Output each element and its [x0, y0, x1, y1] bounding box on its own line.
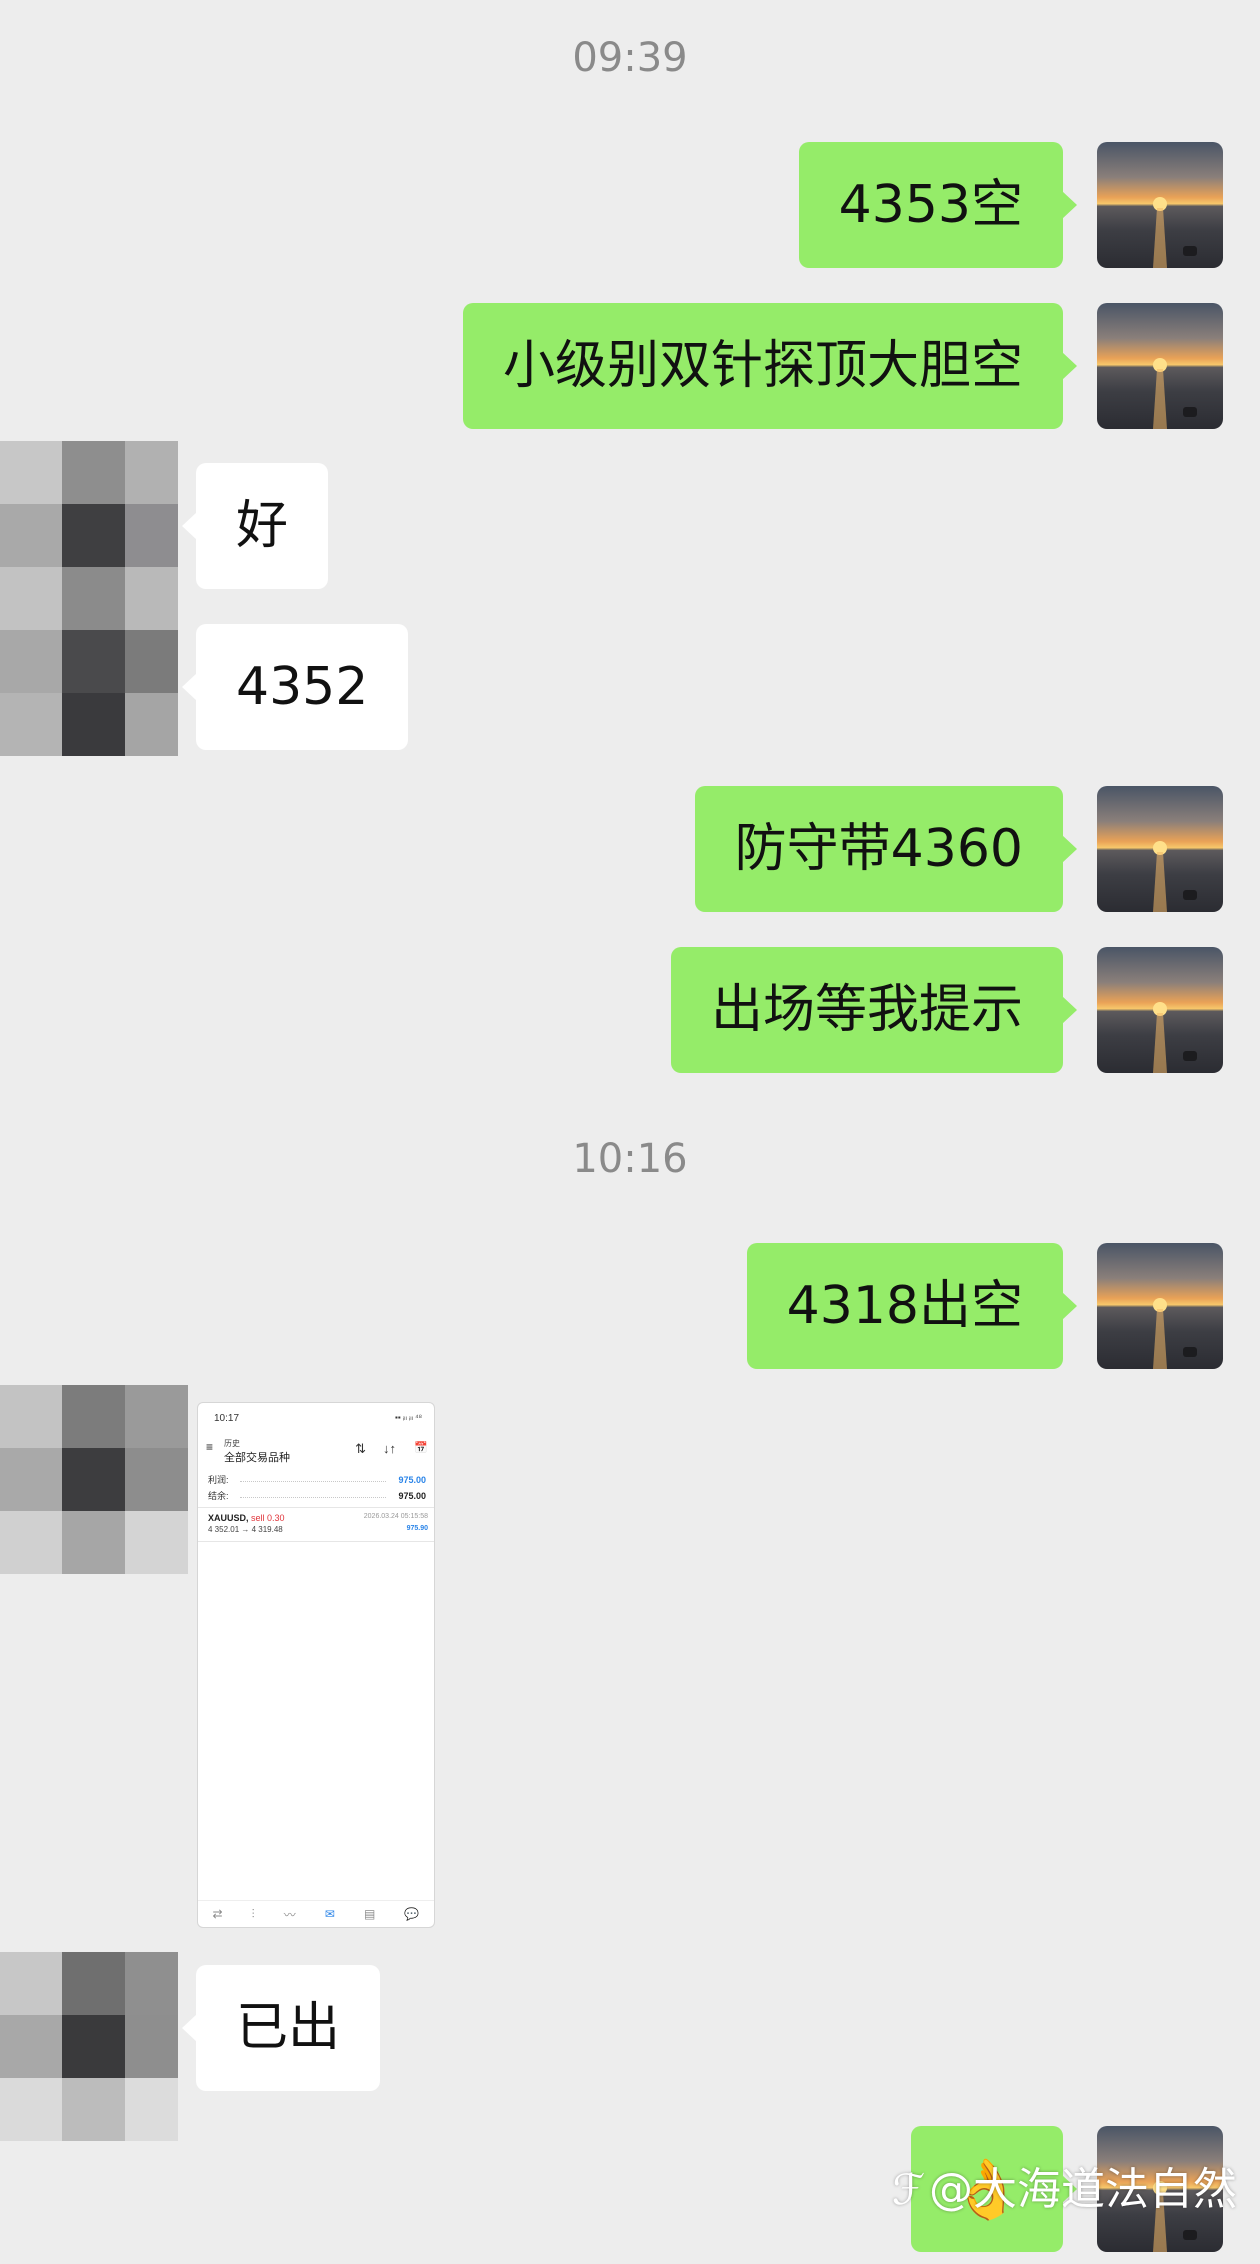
deal-symbol-text: XAUUSD, [208, 1513, 249, 1523]
message-bubble-outgoing[interactable]: 4353空 [798, 142, 1078, 268]
divider [198, 1541, 434, 1542]
message-bubble-incoming[interactable]: 已出 [181, 1965, 381, 2091]
deal-symbol: XAUUSD, sell 0.30 [208, 1513, 285, 1523]
message-bubble-outgoing[interactable]: 小级别双针探顶大胆空 [462, 303, 1078, 429]
message-bubble-incoming[interactable]: 好 [181, 463, 329, 589]
bottom-nav: ⇄ ⫶ 〰 ✉ ▤ 💬 [198, 1900, 434, 1927]
status-time: 10:17 [214, 1413, 240, 1424]
quotes-icon: ⇄ [212, 1907, 223, 1921]
all-symbols-title: 全部交易品种 [224, 1452, 290, 1464]
history-label: 历史 [224, 1439, 240, 1448]
summary-value: 975.00 [398, 1491, 426, 1501]
watermark: ℱ@大海道法自然 [892, 2160, 1237, 2220]
message-bubble-outgoing[interactable]: 出场等我提示 [670, 947, 1078, 1073]
pixelated-avatar[interactable] [0, 1385, 188, 1574]
chat-icon: 💬 [404, 1907, 420, 1921]
trade-icon: 〰 [283, 1907, 296, 1922]
deal-prices: 4 352.01 → 4 319.48 [208, 1525, 283, 1534]
calendar-icon: 📅 [414, 1442, 428, 1454]
sunset-avatar-icon[interactable] [1097, 786, 1223, 912]
sort-icon: ⇅ [355, 1441, 366, 1456]
summary-row-profit: 利润: 975.00 [208, 1473, 426, 1487]
chart-icon: ⫶ [251, 1906, 255, 1921]
watermark-text: @大海道法自然 [929, 2164, 1238, 2215]
sunset-avatar-icon[interactable] [1097, 1243, 1223, 1369]
summary-label: 结余: [208, 1491, 229, 1501]
sunset-avatar-icon[interactable] [1097, 303, 1223, 429]
message-bubble-outgoing[interactable]: 防守带4360 [694, 786, 1078, 912]
history-icon: ✉ [324, 1907, 335, 1921]
summary-label: 利润: [208, 1475, 229, 1485]
summary-value: 975.00 [398, 1475, 426, 1485]
deal-side: sell 0.30 [251, 1513, 285, 1523]
sunset-avatar-icon[interactable] [1097, 142, 1223, 268]
news-icon: ▤ [364, 1907, 376, 1921]
image-message-trade-history[interactable]: 10:17 ▪▪ ᵢₗₗ ᵢₗₗ ⁴⁸ ≡ 历史 全部交易品种 ⇅ ↓↑ 📅 利… [197, 1402, 435, 1928]
timestamp: 10:16 [572, 1136, 688, 1182]
order-icon: ↓↑ [383, 1441, 396, 1456]
divider [198, 1507, 434, 1508]
pixelated-avatar[interactable] [0, 441, 178, 756]
status-icons: ▪▪ ᵢₗₗ ᵢₗₗ ⁴⁸ [395, 1413, 422, 1422]
menu-icon: ≡ [206, 1440, 214, 1454]
deal-profit: 975.90 [406, 1525, 428, 1532]
deal-datetime: 2026.03.24 05:15:58 [363, 1513, 428, 1520]
timestamp: 09:39 [572, 35, 688, 81]
sunset-avatar-icon[interactable] [1097, 947, 1223, 1073]
pixelated-avatar[interactable] [0, 1952, 178, 2141]
message-bubble-incoming[interactable]: 4352 [181, 624, 409, 750]
platform-logo-icon: ℱ [892, 2165, 926, 2214]
message-bubble-outgoing[interactable]: 4318出空 [746, 1243, 1078, 1369]
summary-row-balance: 结余: 975.00 [208, 1489, 426, 1503]
